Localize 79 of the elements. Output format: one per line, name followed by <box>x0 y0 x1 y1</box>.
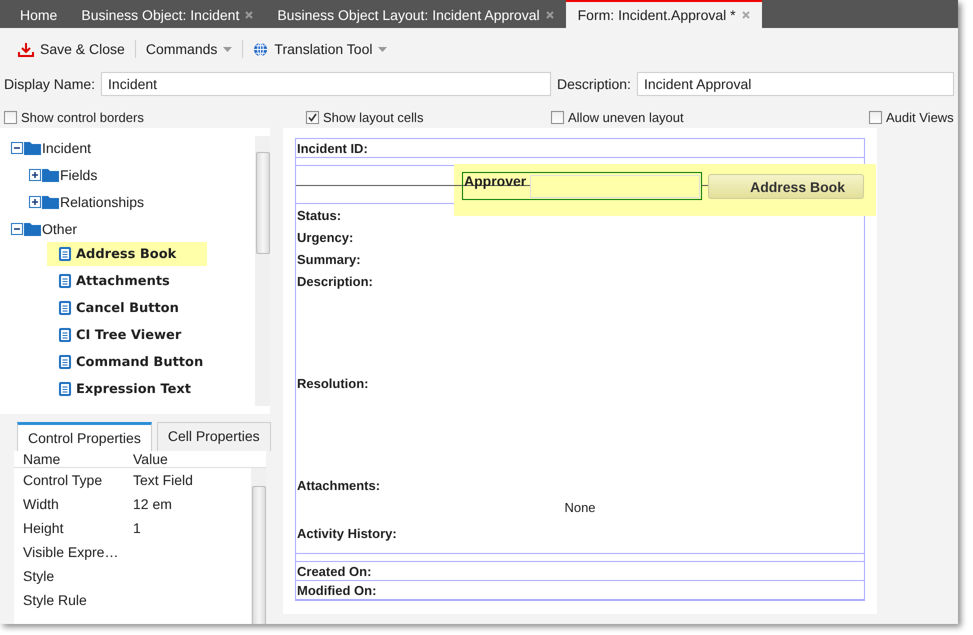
tab[interactable]: Cell Properties <box>156 422 271 451</box>
close-icon[interactable] <box>546 11 554 19</box>
collapse-icon[interactable] <box>11 222 23 234</box>
tree-item[interactable]: Attachments <box>47 269 207 293</box>
close-icon[interactable] <box>245 11 254 19</box>
column-header: Name <box>22 451 62 467</box>
download-icon <box>18 42 34 56</box>
field-label: Description: <box>557 76 631 92</box>
table-cell-text: Height <box>22 520 64 536</box>
table-cell-text: Control Type <box>22 472 104 488</box>
scrollbar[interactable] <box>255 136 270 406</box>
tree-item[interactable]: Fields <box>60 166 98 182</box>
field-label: Status: <box>296 208 342 225</box>
save-close-button[interactable]: Save & Close <box>8 41 135 57</box>
document-icon <box>59 301 71 315</box>
expand-icon[interactable] <box>29 168 41 180</box>
column-header: Value <box>132 451 169 467</box>
field-label: Activity History: <box>296 526 397 543</box>
close-icon[interactable] <box>742 11 750 19</box>
field-label: Incident ID: <box>296 140 368 156</box>
input-field[interactable] <box>530 175 700 198</box>
checkbox-label: Allow uneven layout <box>568 110 684 124</box>
field-label: Summary: <box>296 252 361 269</box>
field-label: Urgency: <box>296 230 354 247</box>
document-icon <box>59 355 71 369</box>
tree-item[interactable]: Other <box>42 220 78 236</box>
translation-tool-menu[interactable]: Translation Tool <box>243 41 398 57</box>
checkbox[interactable] <box>306 110 319 124</box>
tree-item[interactable]: CI Tree Viewer <box>47 323 207 347</box>
globe-icon <box>253 42 268 56</box>
table-cell-text: Style Rule <box>22 592 88 608</box>
folder-icon <box>24 222 41 236</box>
field-label: Modified On: <box>296 582 376 598</box>
checkbox-label: Audit Views <box>886 110 954 124</box>
tree-item[interactable]: Address Book <box>47 242 207 266</box>
checkbox[interactable] <box>551 110 564 124</box>
field-label: Attachments: <box>296 478 380 495</box>
document-icon <box>59 274 71 288</box>
description-field[interactable]: Incident Approval <box>636 72 954 96</box>
document-icon <box>59 382 71 396</box>
commands-menu[interactable]: Commands <box>136 41 242 57</box>
tab[interactable]: Business Object Layout: Incident Approval <box>265 0 566 28</box>
folder-icon <box>42 168 59 182</box>
checkbox[interactable] <box>869 110 882 124</box>
tab[interactable]: Home <box>8 0 70 28</box>
table-cell-text: Visible Expre… <box>22 544 120 560</box>
field-value: None <box>564 500 596 517</box>
address-book-button[interactable]: Address Book <box>708 174 864 199</box>
document-icon <box>59 328 71 342</box>
document-icon <box>59 247 71 261</box>
checkbox-label: Show control borders <box>21 110 144 124</box>
checkbox-label: Show layout cells <box>323 110 424 124</box>
table-cell-text: Style <box>22 568 56 584</box>
tree-item[interactable]: Command Button <box>47 350 207 374</box>
display-name-field[interactable]: Incident <box>101 72 552 96</box>
tree-item[interactable]: Relationships <box>60 194 144 210</box>
field-label: Created On: <box>296 564 372 578</box>
field-label: Description: <box>296 274 373 291</box>
folder-icon <box>42 194 59 208</box>
scrollbar[interactable] <box>251 468 266 624</box>
field-label: Resolution: <box>296 376 368 393</box>
tree-item[interactable]: Expression Text <box>47 377 207 401</box>
table-cell-text: 1 <box>132 520 142 536</box>
expand-icon[interactable] <box>29 196 41 208</box>
table-cell-text: Text Field <box>132 472 194 488</box>
tab[interactable]: Form: Incident.Approval * <box>566 0 762 28</box>
caret-icon <box>223 46 232 52</box>
caret-icon <box>378 46 388 52</box>
folder-icon <box>24 140 41 154</box>
tab[interactable]: Control Properties <box>17 422 152 451</box>
tree-item[interactable]: Incident <box>42 140 92 156</box>
field-label: Approver <box>463 173 526 189</box>
checkbox[interactable] <box>4 110 17 124</box>
field-label: Display Name: <box>4 76 96 92</box>
table-cell-text: Width <box>22 496 60 512</box>
table-cell-text: 12 em <box>132 496 173 512</box>
tree-item[interactable]: Cancel Button <box>47 296 207 320</box>
tab[interactable]: Business Object: Incident <box>69 0 266 28</box>
collapse-icon[interactable] <box>11 142 23 154</box>
